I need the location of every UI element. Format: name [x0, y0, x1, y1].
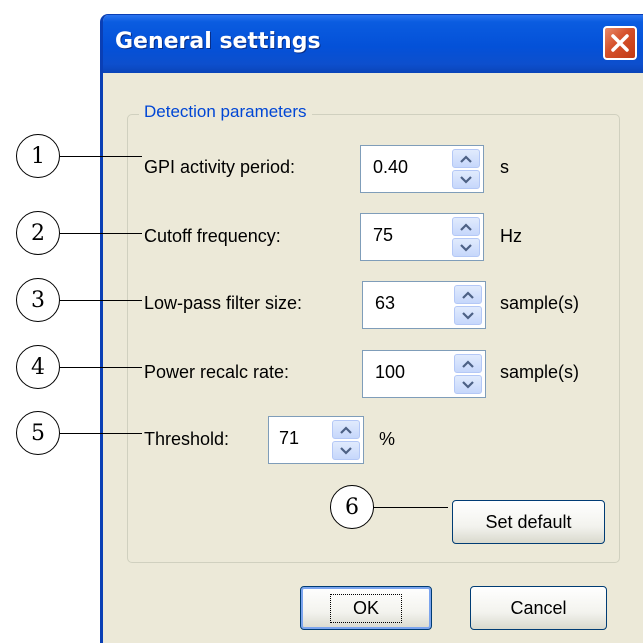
gpi-activity-period-spinbox[interactable]: 0.40: [360, 145, 484, 193]
arrow-up-icon: [462, 359, 474, 368]
callout-2: 2: [16, 211, 60, 255]
callout-3: 3: [16, 278, 60, 322]
dialog-body: Detection parameters GPI activity period…: [103, 73, 643, 643]
cutoff-frequency-spinbox[interactable]: 75: [360, 213, 484, 261]
arrow-up-icon: [460, 222, 472, 231]
general-settings-dialog: General settings Detection parameters GP…: [100, 14, 643, 643]
arrow-down-icon: [462, 311, 474, 320]
cancel-button[interactable]: Cancel: [470, 586, 607, 630]
group-title: Detection parameters: [139, 102, 312, 122]
arrow-up-icon: [340, 425, 352, 434]
power-recalc-rate-spinbox[interactable]: 100: [362, 350, 486, 398]
callout-6: 6: [330, 485, 374, 529]
threshold-down-button[interactable]: [332, 441, 360, 460]
gpi-activity-period-up-button[interactable]: [452, 149, 480, 168]
arrow-down-icon: [462, 380, 474, 389]
set-default-button[interactable]: Set default: [452, 500, 605, 544]
threshold-unit: %: [379, 429, 396, 449]
callout-3-line: [60, 300, 142, 301]
title-bar[interactable]: General settings: [103, 15, 643, 73]
threshold-value[interactable]: 71: [279, 428, 299, 449]
callout-1: 1: [16, 134, 60, 178]
threshold-up-button[interactable]: [332, 420, 360, 439]
callout-6-line: [372, 507, 448, 508]
gpi-activity-period-down-button[interactable]: [452, 170, 480, 189]
callout-2-line: [60, 233, 142, 234]
callout-1-line: [60, 156, 142, 157]
gpi-activity-period-label: GPI activity period:: [144, 157, 296, 177]
low-pass-filter-size-unit: sample(s): [500, 293, 580, 313]
cutoff-frequency-value[interactable]: 75: [373, 225, 393, 246]
arrow-down-icon: [340, 446, 352, 455]
gpi-activity-period-value[interactable]: 0.40: [373, 157, 408, 178]
power-recalc-rate-up-button[interactable]: [454, 354, 482, 373]
callout-5: 5: [16, 411, 60, 455]
ok-button[interactable]: OK: [300, 586, 432, 630]
cutoff-frequency-unit: Hz: [500, 226, 522, 246]
power-recalc-rate-value[interactable]: 100: [375, 362, 405, 383]
gpi-activity-period-unit: s: [500, 157, 509, 177]
low-pass-filter-size-down-button[interactable]: [454, 306, 482, 325]
arrow-down-icon: [460, 243, 472, 252]
cutoff-frequency-up-button[interactable]: [452, 217, 480, 236]
callout-4: 4: [16, 345, 60, 389]
arrow-up-icon: [462, 290, 474, 299]
threshold-spinbox[interactable]: 71: [268, 416, 364, 464]
power-recalc-rate-unit: sample(s): [500, 362, 580, 382]
dialog-title: General settings: [115, 29, 321, 54]
power-recalc-rate-label: Power recalc rate:: [144, 362, 290, 382]
callout-5-line: [60, 433, 142, 434]
cutoff-frequency-label: Cutoff frequency:: [144, 226, 281, 246]
threshold-label: Threshold:: [144, 429, 230, 449]
cutoff-frequency-down-button[interactable]: [452, 238, 480, 257]
ok-label: OK: [329, 593, 402, 623]
set-default-label: Set default: [485, 511, 572, 532]
power-recalc-rate-down-button[interactable]: [454, 375, 482, 394]
low-pass-filter-size-up-button[interactable]: [454, 285, 482, 304]
arrow-up-icon: [460, 154, 472, 163]
arrow-down-icon: [460, 175, 472, 184]
low-pass-filter-size-value[interactable]: 63: [375, 293, 395, 314]
callout-4-line: [60, 367, 142, 368]
low-pass-filter-size-label: Low-pass filter size:: [144, 293, 303, 313]
close-button[interactable]: [603, 26, 637, 60]
close-icon: [611, 34, 629, 52]
low-pass-filter-size-spinbox[interactable]: 63: [362, 281, 486, 329]
cancel-label: Cancel: [510, 597, 567, 618]
